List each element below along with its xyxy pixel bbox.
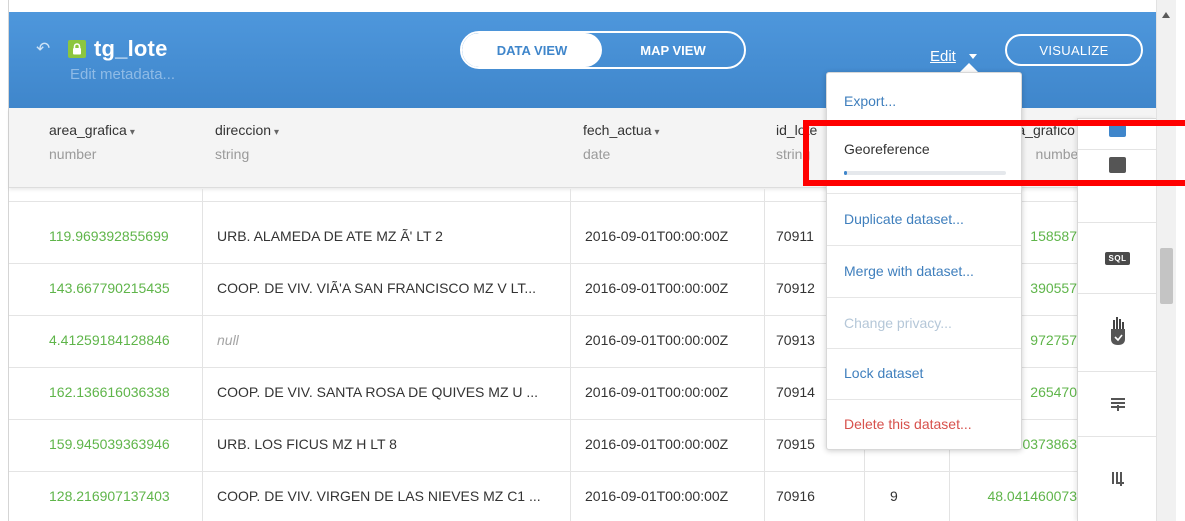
cell-direccion[interactable]: COOP. DE VIV. SANTA ROSA DE QUIVES MZ U …: [217, 384, 563, 400]
cell-direccion[interactable]: null: [217, 332, 563, 348]
cell-area-grafica[interactable]: 128.216907137403: [49, 488, 199, 504]
row-divider: [9, 471, 1156, 472]
cell-id-lote[interactable]: 70912: [776, 280, 826, 296]
tool-merge[interactable]: [1078, 294, 1157, 371]
cell-direccion[interactable]: URB. LOS FICUS MZ H LT 8: [217, 436, 563, 452]
column-type: date: [583, 146, 611, 162]
caret-down-icon[interactable]: ▾: [655, 127, 660, 138]
cell-id-lote[interactable]: 70914: [776, 384, 826, 400]
cell-id-lote[interactable]: 70916: [776, 488, 826, 504]
back-arrow-icon[interactable]: ↶: [36, 39, 50, 59]
dataset-title[interactable]: tg_lote: [94, 36, 168, 62]
tool-add-row[interactable]: [1078, 372, 1157, 436]
visualize-button[interactable]: VISUALIZE: [1005, 34, 1143, 66]
vertical-scrollbar[interactable]: [1156, 0, 1176, 521]
cell-area-grafica[interactable]: 4.41259184128846: [49, 332, 199, 348]
scroll-up-icon[interactable]: [1162, 12, 1170, 18]
column-header-area-grafica[interactable]: area_grafica ▾ number: [37, 108, 201, 188]
view-toggle: DATA VIEW MAP VIEW: [460, 31, 746, 69]
cell-area-grafica[interactable]: 162.136616036338: [49, 384, 199, 400]
cell-area-grafica[interactable]: 143.667790215435: [49, 280, 199, 296]
chevron-down-icon: [969, 54, 977, 59]
edit-metadata-link[interactable]: Edit metadata...: [70, 66, 175, 83]
column-type: number: [49, 146, 97, 162]
tab-map-view[interactable]: MAP VIEW: [602, 33, 744, 67]
menu-item-duplicate-dataset[interactable]: Duplicate dataset...: [827, 199, 1021, 239]
cell-area-grafico[interactable]: 48.041460073: [959, 488, 1077, 504]
column-header-fech-actua[interactable]: fech_actua ▾ date: [571, 108, 763, 188]
cell-fech-actua[interactable]: 2016-09-01T00:00:00Z: [585, 436, 759, 452]
edit-menu-button[interactable]: Edit: [930, 48, 956, 65]
column-type: string: [215, 146, 250, 162]
menu-item-export[interactable]: Export...: [827, 81, 1021, 121]
cell-direccion[interactable]: COOP. DE VIV. VIÃ'A SAN FRANCISCO MZ V L…: [217, 280, 563, 296]
app-window: ↶ tg_lote Edit metadata... DATA VIEW MAP…: [0, 0, 1185, 521]
cell-fech-actua[interactable]: 2016-09-01T00:00:00Z: [585, 332, 759, 348]
column-name: fech_actua: [583, 122, 652, 138]
cell-id-lote[interactable]: 70915: [776, 436, 826, 452]
menu-item-merge-with-dataset[interactable]: Merge with dataset...: [827, 251, 1021, 291]
cell-area-grafica[interactable]: 119.969392855699: [49, 228, 199, 244]
dropdown-pointer: [960, 63, 978, 72]
column-name: direccion: [215, 122, 272, 138]
cell-area-grafica[interactable]: 159.945039363946: [49, 436, 199, 452]
column-name: area_grafica: [49, 122, 127, 138]
tool-sql[interactable]: SQL: [1078, 223, 1157, 293]
cell-fech-actua[interactable]: 2016-09-01T00:00:00Z: [585, 384, 759, 400]
tool-add-column[interactable]: [1078, 437, 1157, 521]
cell-id-lote[interactable]: 70911: [776, 228, 826, 244]
scroll-thumb[interactable]: [1160, 248, 1173, 304]
menu-item-change-privacy: Change privacy...: [844, 315, 952, 331]
cell-fech-actua[interactable]: 2016-09-01T00:00:00Z: [585, 228, 759, 244]
add-row-icon: [1110, 398, 1125, 411]
add-column-icon: [1111, 471, 1124, 486]
lock-icon: [68, 40, 86, 58]
cell-direccion[interactable]: URB. ALAMEDA DE ATE MZ Ã' LT 2: [217, 228, 563, 244]
cell-fech-actua[interactable]: 2016-09-01T00:00:00Z: [585, 488, 759, 504]
cell-id-lote[interactable]: 70913: [776, 332, 826, 348]
menu-item-lock-dataset[interactable]: Lock dataset: [827, 353, 1021, 393]
hand-merge-icon: [1110, 316, 1125, 345]
cell-direccion[interactable]: COOP. DE VIV. VIRGEN DE LAS NIEVES MZ C1…: [217, 488, 563, 504]
sql-icon: SQL: [1104, 251, 1131, 265]
caret-down-icon[interactable]: ▾: [274, 127, 279, 138]
caret-down-icon[interactable]: ▾: [130, 127, 135, 138]
highlight-box: [803, 120, 1185, 186]
menu-item-delete-dataset[interactable]: Delete this dataset...: [827, 404, 1021, 444]
cell-fech-actua[interactable]: 2016-09-01T00:00:00Z: [585, 280, 759, 296]
column-header-direccion[interactable]: direccion ▾ string: [203, 108, 567, 188]
cell-col5[interactable]: 9: [890, 488, 930, 504]
tab-data-view[interactable]: DATA VIEW: [462, 33, 602, 67]
